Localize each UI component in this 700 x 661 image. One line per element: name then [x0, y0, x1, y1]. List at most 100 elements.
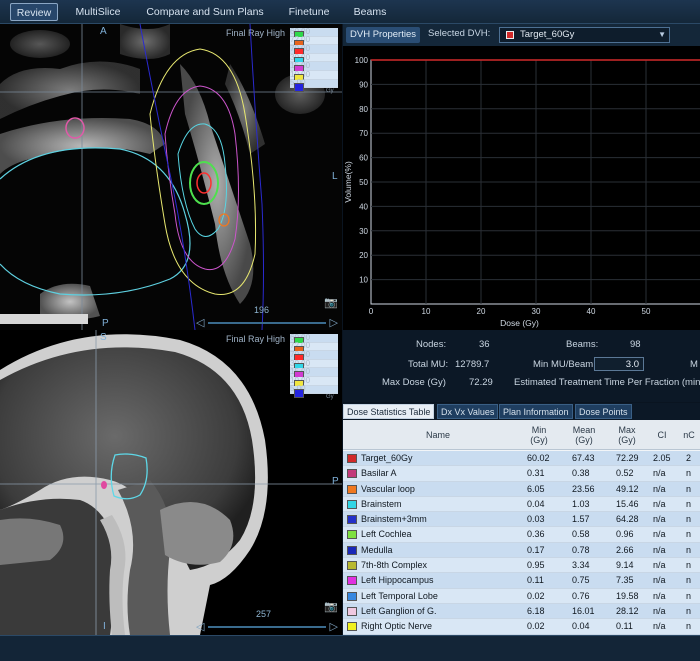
tab-compare-and-sum-plans[interactable]: Compare and Sum Plans [146, 3, 264, 21]
column-header-max[interactable]: Max (Gy) [609, 425, 645, 445]
nodes-label: Nodes: [416, 339, 447, 350]
header-mean-unit: (Gy) [575, 435, 593, 445]
slice-slider-bottom[interactable]: ◁ 257 ▷ [196, 609, 338, 634]
slice-number: 257 [256, 609, 272, 619]
x-tick-label: 50 [642, 307, 651, 316]
orientation-inferior-label: I [103, 621, 106, 632]
structure-name: Left Ganglion of G. [361, 605, 437, 616]
min-mu-input[interactable]: 3.0 [594, 357, 644, 371]
selected-dvh-dropdown[interactable]: Target_60Gy ▼ [499, 27, 670, 43]
structure-name: Left Cochlea [361, 529, 412, 540]
header-max-label: Max [618, 425, 636, 435]
max-dose-cell: 19.58 [616, 590, 639, 601]
mean-dose-cell: 23.56 [572, 483, 595, 494]
slider-track[interactable] [208, 322, 326, 324]
table-row[interactable]: Left Ganglion of G. 6.18 16.01 28.12 n/a n [343, 603, 700, 620]
max-dose-cell: 9.14 [616, 560, 634, 571]
axial-viewer[interactable]: A L P Final Ray High 60.00 72.00 70.00 3… [0, 24, 342, 330]
table-row[interactable]: Brainstem 0.04 1.03 15.46 n/a n [343, 496, 700, 513]
bottom-status-bar [0, 635, 700, 661]
nci-cell: n [686, 544, 692, 555]
structure-color-swatch [347, 530, 357, 540]
dose-legend-top: 60.00 72.00 70.00 30.00 15.00 10.00 5.00… [290, 27, 338, 94]
table-header: Name Min (Gy) Mean (Gy) Max (Gy) CI nC [343, 420, 700, 450]
x-tick-label: 0 [369, 307, 374, 316]
max-dose-value: 72.29 [469, 377, 493, 388]
table-row[interactable]: Medulla 0.17 0.78 2.66 n/a n [343, 542, 700, 559]
min-dose-cell: 0.31 [527, 468, 545, 479]
y-tick-label: 70 [359, 129, 368, 138]
dose-swatch [294, 388, 304, 398]
orientation-left-label: L [332, 171, 338, 182]
est-treatment-time-label: Estimated Treatment Time Per Fraction (m… [514, 377, 700, 388]
tab-multislice[interactable]: MultiSlice [72, 3, 124, 21]
column-header-min[interactable]: Min (Gy) [521, 425, 557, 445]
table-row[interactable]: Left Temporal Lobe 0.02 0.76 19.58 n/a n [343, 588, 700, 604]
nci-cell: n [686, 575, 692, 586]
structure-color-swatch [347, 454, 357, 463]
nci-cell: n [686, 483, 692, 494]
table-row[interactable]: Vascular loop 6.05 23.56 49.12 n/a n [343, 481, 700, 497]
table-row[interactable]: Target_60Gy 60.02 67.43 72.29 2.05 2 [343, 451, 700, 467]
ci-cell: 2.05 [653, 453, 671, 463]
structure-color-swatch [347, 499, 357, 509]
table-row[interactable]: 7th-8th Complex 0.95 3.34 9.14 n/a n [343, 558, 700, 574]
tab-dx-vx-values[interactable]: Dx Vx Values [437, 404, 499, 419]
tab-finetune[interactable]: Finetune [284, 3, 334, 21]
y-tick-label: 50 [359, 178, 368, 187]
y-tick-label: 60 [359, 154, 368, 163]
structure-name: Brainstem+3mm [361, 514, 427, 525]
tab-beams[interactable]: Beams [350, 3, 390, 21]
ci-cell: n/a [653, 575, 666, 586]
structure-color-swatch [347, 561, 357, 571]
beams-label: Beams: [566, 339, 599, 350]
chevron-down-icon[interactable]: ▼ [658, 28, 666, 42]
tab-plan-information[interactable]: Plan Information [499, 404, 573, 419]
x-axis-label: Dose (Gy) [500, 318, 539, 328]
camera-icon[interactable]: 📷 [324, 600, 338, 613]
slider-left-arrow-icon[interactable]: ◁ [196, 316, 204, 330]
mean-dose-cell: 0.75 [572, 575, 590, 586]
structure-color-swatch [347, 622, 357, 632]
structure-name: Vascular loop [361, 483, 415, 494]
table-row[interactable]: Brainstem+3mm 0.03 1.57 64.28 n/a n [343, 512, 700, 528]
nci-cell: n [686, 621, 692, 632]
table-row[interactable]: Left Cochlea 0.36 0.58 0.96 n/a n [343, 527, 700, 543]
header-mean-label: Mean [572, 425, 596, 435]
slice-slider-top[interactable]: ◁ 196 ▷ [196, 305, 338, 330]
max-dose-cell: 28.12 [616, 605, 639, 616]
table-row[interactable]: Basilar A 0.31 0.38 0.52 n/a n [343, 466, 700, 482]
mean-dose-cell: 0.38 [572, 468, 590, 479]
dvh-toolbar: DVH Properties Selected DVH: Target_60Gy… [343, 24, 700, 46]
tab-review[interactable]: Review [10, 3, 58, 21]
mean-dose-cell: 67.43 [572, 453, 595, 463]
min-dose-cell: 0.11 [527, 575, 544, 586]
x-tick-label: 40 [587, 307, 596, 316]
slider-track[interactable] [208, 626, 326, 628]
column-header-mean[interactable]: Mean (Gy) [565, 425, 603, 445]
nodes-value: 36 [479, 339, 490, 350]
max-dose-cell: 0.11 [616, 621, 633, 632]
column-header-nci[interactable]: nC [679, 430, 699, 440]
camera-icon[interactable]: 📷 [324, 296, 338, 309]
min-dose-cell: 0.17 [527, 544, 545, 555]
sagittal-viewer[interactable]: S P I Final Ray High 60.00 72.00 70.00 3… [0, 330, 342, 635]
slider-right-arrow-icon[interactable]: ▷ [330, 620, 338, 634]
dvh-properties-button[interactable]: DVH Properties [346, 27, 420, 43]
max-dose-cell: 15.46 [616, 498, 639, 509]
tab-dose-statistics-table[interactable]: Dose Statistics Table [343, 404, 435, 419]
mean-dose-cell: 1.57 [572, 514, 590, 525]
max-dose-cell: 0.52 [616, 468, 634, 479]
nci-cell: n [686, 605, 692, 616]
dvh-chart[interactable]: 0 10 20 30 40 50 10 20 30 40 50 60 70 80 90 100 Dose (Gy… [343, 46, 700, 330]
orientation-posterior-label: P [102, 318, 109, 329]
plan-stats-panel: Nodes: 36 Beams: 98 Total MU: 12789.7 Mi… [343, 330, 700, 402]
table-row[interactable]: Left Hippocampus 0.11 0.75 7.35 n/a n [343, 573, 700, 589]
slider-left-arrow-icon[interactable]: ◁ [196, 620, 204, 634]
table-row[interactable]: Right Optic Nerve 0.02 0.04 0.11 n/a n [343, 619, 700, 635]
slider-right-arrow-icon[interactable]: ▷ [330, 316, 338, 330]
column-header-name[interactable]: Name [363, 430, 513, 440]
tab-dose-points[interactable]: Dose Points [575, 404, 632, 419]
column-header-ci[interactable]: CI [651, 430, 673, 440]
ci-cell: n/a [653, 483, 666, 494]
